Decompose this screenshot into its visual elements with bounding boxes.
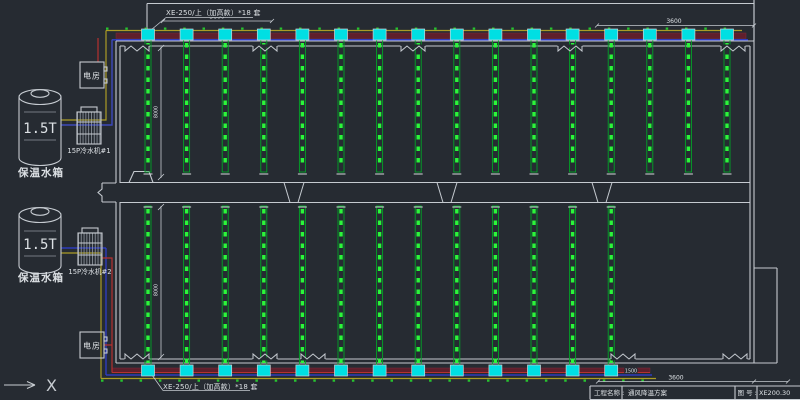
duct-connector-unit	[489, 365, 502, 376]
tank2-caption: 保温水箱	[17, 271, 64, 284]
wall-door-gap	[723, 358, 748, 361]
duct-connector-unit	[257, 29, 270, 40]
title-block-field-number: 图 号 :	[738, 389, 757, 397]
duct-connector-unit	[489, 29, 502, 40]
duct-connector-unit	[528, 29, 541, 40]
duct-connector-unit	[528, 365, 541, 376]
duct-connector-unit	[450, 365, 463, 376]
dim-label-door: 1500	[625, 369, 637, 375]
duct-connector-unit	[142, 29, 155, 40]
wall-door-gap	[301, 358, 326, 361]
duct-connector-unit	[450, 29, 463, 40]
cad-drawing: 1.5T 保温水箱 1.5T 保温水箱 15P冷水机#1 15P冷水机#2 电房…	[0, 0, 800, 400]
dim-label-vertical-top: 8000	[154, 106, 160, 118]
dim-label-bottom-right: 3600	[668, 375, 683, 382]
wall-door-gap	[253, 45, 278, 48]
duct-connector-unit	[721, 29, 734, 40]
duct-connector-unit	[180, 29, 193, 40]
wall-door-gap	[253, 358, 278, 361]
duct-connector-unit	[296, 29, 309, 40]
duct-connector-unit	[180, 365, 193, 376]
power-room-top-label: 电房	[83, 71, 101, 81]
duct-connector-unit	[335, 365, 348, 376]
duct-connector-unit	[643, 29, 656, 40]
duct-connector-unit	[296, 365, 309, 376]
duct-connector-unit	[142, 365, 155, 376]
duct-connector-unit	[605, 29, 618, 40]
duct-connector-unit	[412, 365, 425, 376]
chiller1-label: 15P冷水机#1	[67, 146, 110, 155]
title-block-value-number: XE200.30	[759, 389, 790, 397]
duct-connector-unit	[373, 29, 386, 40]
duct-connector-unit	[257, 365, 270, 376]
title-block-field-project: 工程名称 :	[594, 388, 624, 397]
tank2-capacity: 1.5T	[23, 237, 57, 253]
chiller2-label: 15P冷水机#2	[68, 267, 111, 276]
power-room-bottom-label: 电房	[83, 341, 101, 351]
tank1-caption: 保温水箱	[17, 166, 64, 179]
wall-door-gap	[611, 358, 636, 361]
duct-connector-unit	[566, 29, 579, 40]
wall-door-gap	[558, 45, 583, 48]
duct-connector-unit	[219, 29, 232, 40]
annotation-bottom: XE-250/上（加高款）*18 套	[163, 382, 258, 391]
duct-connector-unit	[219, 365, 232, 376]
duct-connector-unit	[335, 29, 348, 40]
tank1-capacity: 1.5T	[23, 121, 57, 137]
duct-connector-unit	[412, 29, 425, 40]
wall-door-gap	[125, 45, 150, 48]
duct-connector-unit	[682, 29, 695, 40]
duct-connector-unit	[566, 365, 579, 376]
duct-connector-unit	[605, 365, 618, 376]
title-block-value-project: 通风降温方案	[628, 388, 668, 397]
wall-door-gap	[401, 45, 426, 48]
cad-viewport: 1.5T 保温水箱 1.5T 保温水箱 15P冷水机#1 15P冷水机#2 电房…	[0, 0, 800, 400]
dim-label-vertical-bottom: 8000	[154, 284, 160, 296]
wall-door-gap	[125, 358, 150, 361]
annotation-top: XE-250/上（加高款）*18 套	[166, 8, 261, 17]
dim-label-top-right: 3600	[666, 18, 681, 25]
wall-door-gap	[721, 45, 746, 48]
axis-x-label: X	[46, 376, 57, 395]
duct-connector-unit	[373, 365, 386, 376]
